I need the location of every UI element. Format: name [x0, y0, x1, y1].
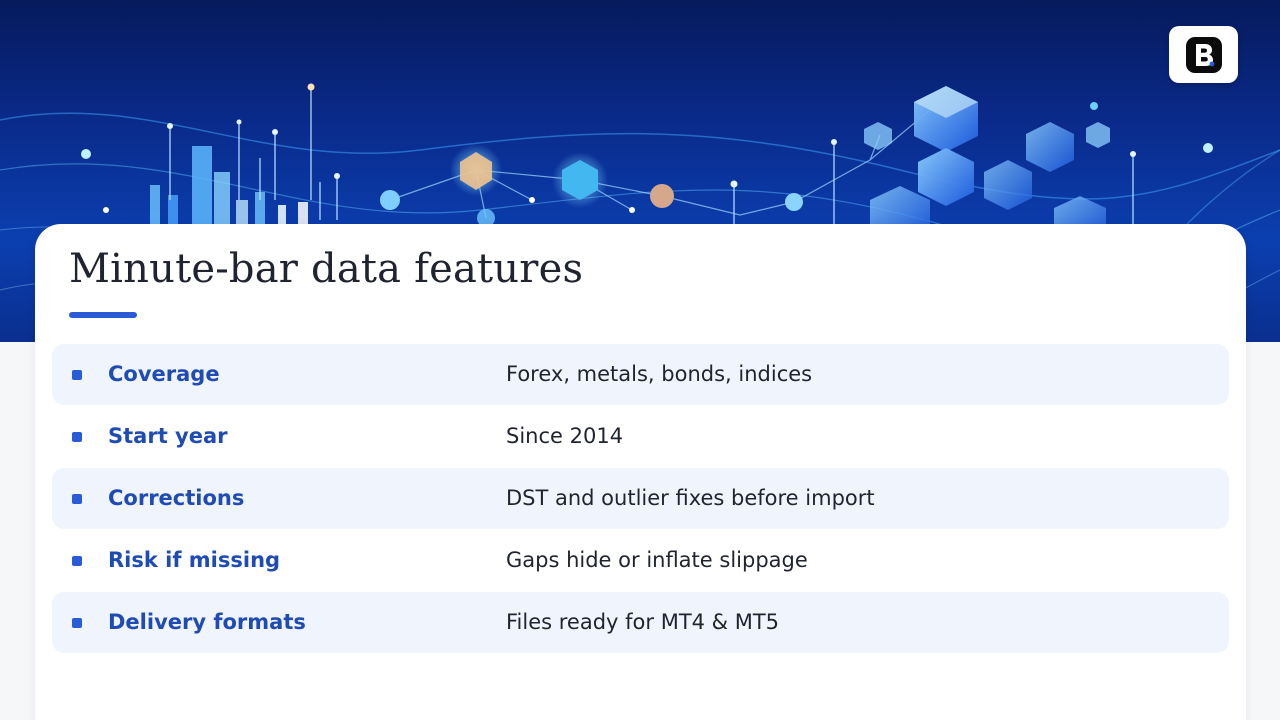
feature-value: Since 2014	[506, 424, 624, 448]
feature-row-coverage: Coverage Forex, metals, bonds, indices	[52, 344, 1229, 405]
title-underline	[69, 312, 137, 318]
slide-title: Minute-bar data features	[69, 246, 584, 292]
feature-value: Forex, metals, bonds, indices	[506, 362, 813, 386]
slide: Minute-bar data features Coverage Forex,…	[0, 0, 1280, 720]
content-card: Minute-bar data features Coverage Forex,…	[35, 224, 1246, 720]
feature-row-risk-if-missing: Risk if missing Gaps hide or inflate sli…	[52, 530, 1229, 591]
feature-label: Corrections	[108, 486, 245, 510]
feature-row-start-year: Start year Since 2014	[52, 406, 1229, 467]
feature-list: Coverage Forex, metals, bonds, indices S…	[52, 344, 1229, 654]
feature-label: Start year	[108, 424, 228, 448]
bullet-icon	[72, 618, 82, 628]
bullet-icon	[72, 432, 82, 442]
bullet-icon	[72, 494, 82, 504]
feature-value: DST and outlier fixes before import	[506, 486, 875, 510]
feature-label: Coverage	[108, 362, 220, 386]
feature-label: Delivery formats	[108, 610, 306, 634]
bullet-icon	[72, 370, 82, 380]
feature-value: Gaps hide or inflate slippage	[506, 548, 808, 572]
brand-logo	[1169, 26, 1238, 83]
feature-row-corrections: Corrections DST and outlier fixes before…	[52, 468, 1229, 529]
feature-value: Files ready for MT4 & MT5	[506, 610, 780, 634]
brand-b-logo-icon	[1185, 36, 1222, 73]
bullet-icon	[72, 556, 82, 566]
feature-row-delivery-formats: Delivery formats Files ready for MT4 & M…	[52, 592, 1229, 653]
feature-label: Risk if missing	[108, 548, 281, 572]
